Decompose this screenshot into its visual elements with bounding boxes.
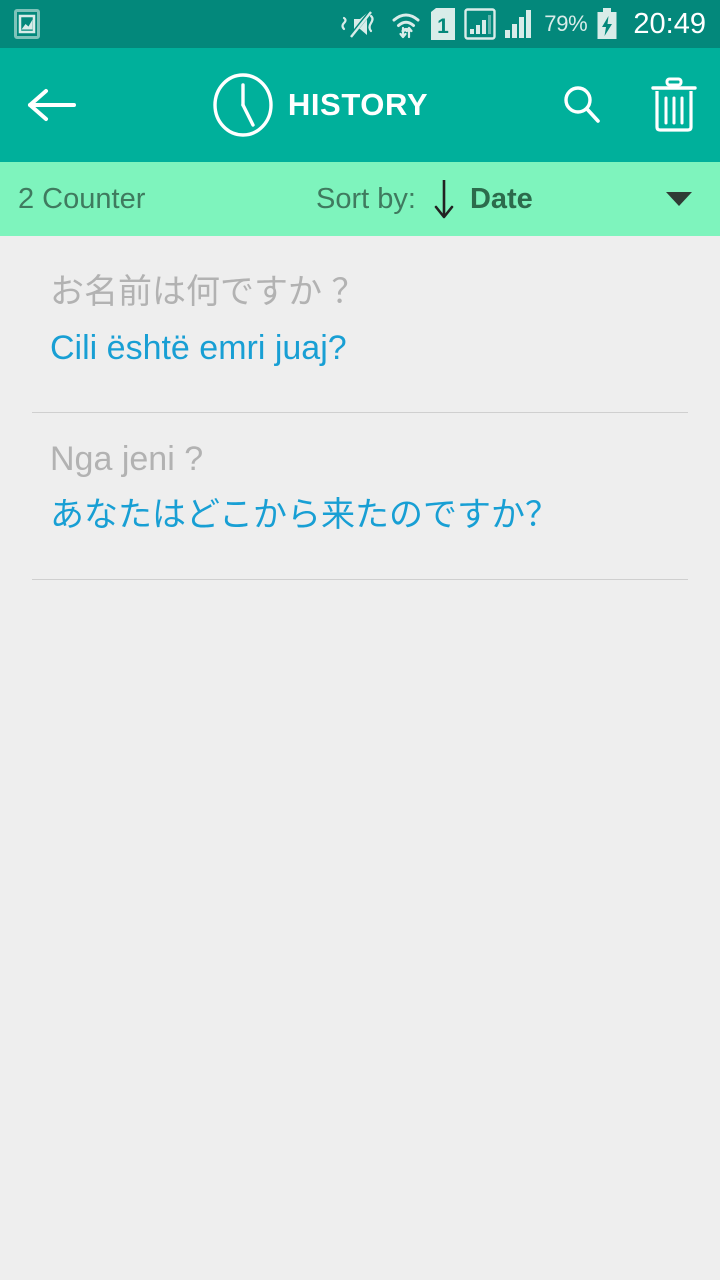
screenshot-icon [14, 9, 40, 39]
page-title: HISTORY [287, 87, 429, 122]
delete-button[interactable] [628, 48, 720, 162]
delete-icon [651, 77, 697, 132]
status-bar-clock: 20:49 [633, 7, 706, 40]
app-bar-title-group: HISTORY [104, 72, 536, 138]
app-bar: HISTORY [0, 48, 720, 162]
chevron-down-icon[interactable] [656, 162, 702, 236]
status-bar: 1 79% 20:49 [0, 0, 720, 48]
signal-bars-icon [505, 8, 535, 40]
history-source-text: お名前は何ですか ？ [50, 273, 366, 311]
list-item[interactable]: Nga jeni ? あなたはどこから来たのですか？ [0, 413, 720, 557]
back-button[interactable] [0, 48, 104, 162]
wifi-icon [390, 8, 422, 40]
sort-descending-icon[interactable] [432, 176, 456, 222]
status-bar-right-icons: 1 79% 20:49 [341, 8, 706, 41]
clock-icon [212, 72, 274, 138]
sort-by-label: Sort by: [316, 182, 416, 215]
search-button[interactable] [536, 48, 628, 162]
svg-text:1: 1 [437, 15, 449, 38]
history-source-text: Nga jeni ? [50, 440, 204, 479]
history-list: お名前は何ですか ？ Cili është emri juaj? Nga jen… [0, 236, 720, 581]
sim-card-icon: 1 [431, 8, 456, 40]
back-arrow-icon [28, 89, 76, 121]
sort-by-control[interactable]: Sort by: Date [316, 176, 533, 222]
battery-charging-icon [596, 8, 618, 40]
status-bar-left-icons [14, 9, 40, 39]
list-item[interactable]: お名前は何ですか ？ Cili është emri juaj? [0, 246, 720, 390]
history-target-text: Cili është emri juaj? [50, 329, 347, 368]
battery-percent-label: 79% [544, 11, 588, 36]
counter-label: 2 Counter [18, 182, 146, 215]
sort-value-label: Date [469, 182, 533, 215]
history-target-text: あなたはどこから来たのですか？ [50, 496, 559, 535]
mute-vibrate-icon [341, 8, 381, 40]
signal-boxed-icon [464, 8, 496, 40]
search-icon [564, 86, 600, 123]
list-divider [32, 579, 688, 581]
sort-bar: 2 Counter Sort by: Date [0, 162, 720, 236]
